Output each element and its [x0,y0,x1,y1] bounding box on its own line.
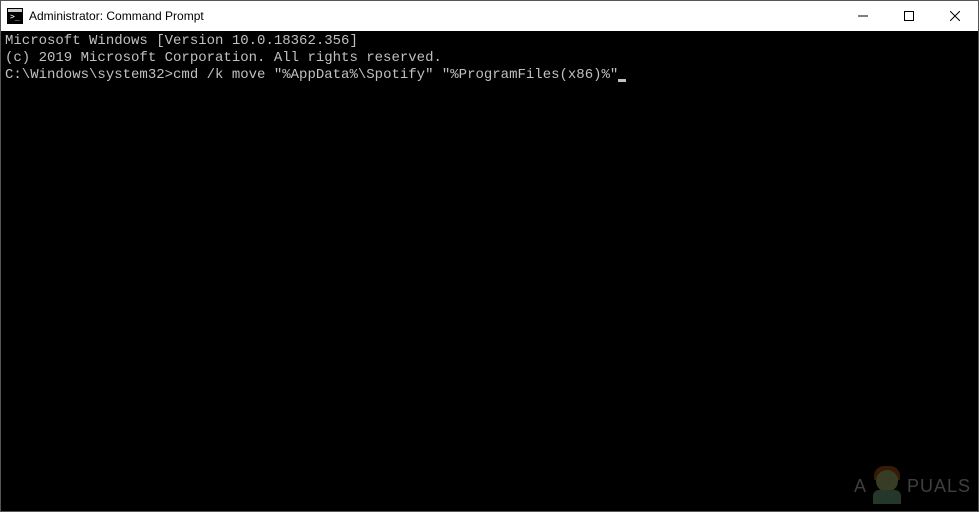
terminal-prompt: C:\Windows\system32> [5,67,173,84]
watermark: A PUALS [854,468,971,504]
terminal-cursor [618,79,626,82]
terminal-prompt-line: C:\Windows\system32>cmd /k move "%AppDat… [5,67,974,84]
terminal-line: Microsoft Windows [Version 10.0.18362.35… [5,33,974,50]
minimize-button[interactable] [840,1,886,31]
maximize-button[interactable] [886,1,932,31]
close-icon [950,11,960,21]
window-controls [840,1,978,31]
watermark-text: PUALS [907,476,971,497]
titlebar[interactable]: >_ Administrator: Command Prompt [1,1,978,31]
window-title: Administrator: Command Prompt [29,9,840,23]
svg-text:>_: >_ [10,12,20,21]
terminal-line: (c) 2019 Microsoft Corporation. All righ… [5,50,974,67]
maximize-icon [904,11,914,21]
terminal-area[interactable]: Microsoft Windows [Version 10.0.18362.35… [1,31,978,511]
close-button[interactable] [932,1,978,31]
watermark-text: A [854,476,867,497]
watermark-avatar-icon [869,468,905,504]
terminal-command: cmd /k move "%AppData%\Spotify" "%Progra… [173,67,618,84]
minimize-icon [858,11,868,21]
cmd-icon: >_ [7,8,23,24]
command-prompt-window: >_ Administrator: Command Prompt [0,0,979,512]
